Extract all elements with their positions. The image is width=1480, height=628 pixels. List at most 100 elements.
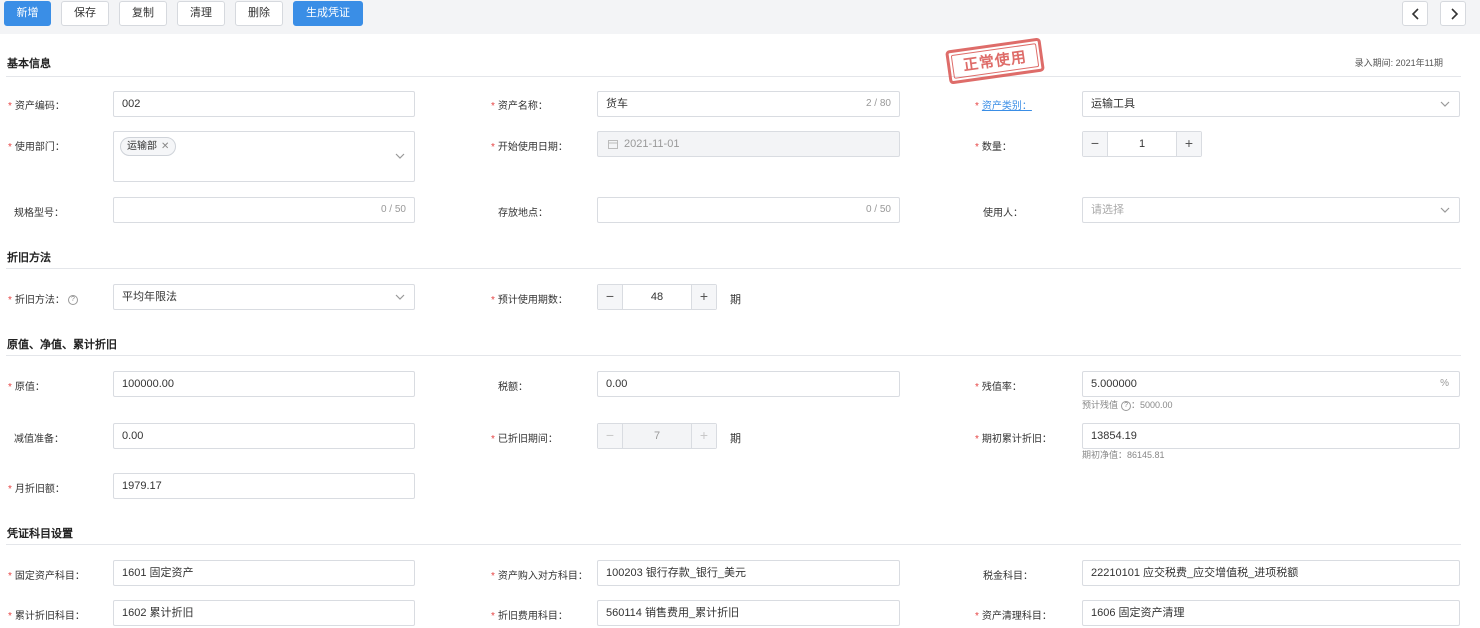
- increment-button: +: [691, 424, 716, 448]
- asset-name-label: * 资产名称：: [491, 101, 548, 112]
- opening-accum-label: * 期初累计折旧：: [975, 434, 1052, 445]
- form-panel: [0, 34, 1480, 628]
- user-placeholder: 请选择: [1091, 204, 1124, 216]
- disposal-account-label: * 资产清理科目：: [975, 611, 1052, 622]
- increment-button[interactable]: +: [1176, 132, 1201, 156]
- user-label: 使用人：: [983, 208, 1023, 219]
- asset-category-select[interactable]: 运输工具: [1082, 91, 1460, 117]
- tax-amount-label: 税额：: [498, 382, 528, 393]
- location-input[interactable]: 0 / 50: [597, 197, 900, 223]
- quantity-label: * 数量：: [975, 142, 1012, 153]
- clear-button[interactable]: 清理: [177, 1, 225, 26]
- original-value-input[interactable]: 100000.00: [113, 371, 415, 397]
- period-unit: 期: [730, 433, 741, 445]
- entry-period: 录入期间: 2021年11期: [1354, 58, 1443, 68]
- copy-button[interactable]: 复制: [119, 1, 167, 26]
- char-counter: 2 / 80: [865, 98, 891, 109]
- opening-accum-value: 13854.19: [1091, 430, 1137, 442]
- help-icon[interactable]: ?: [1121, 400, 1132, 411]
- quantity-value[interactable]: 1: [1108, 132, 1176, 156]
- depreciation-expense-account-value: 560114 销售费用_累计折旧: [606, 607, 740, 619]
- tax-amount-input[interactable]: 0.00: [597, 371, 900, 397]
- spec-label: 规格型号：: [14, 208, 64, 219]
- help-icon[interactable]: ?: [67, 295, 78, 306]
- disposal-account-input[interactable]: 1606 固定资产清理: [1082, 600, 1460, 626]
- save-button[interactable]: 保存: [61, 1, 109, 26]
- department-multiselect[interactable]: 运输部 ✕: [113, 131, 415, 182]
- impairment-label: 减值准备：: [14, 434, 64, 445]
- remove-tag-icon[interactable]: ✕: [161, 141, 169, 152]
- department-tag: 运输部 ✕: [120, 137, 177, 156]
- asset-category-label[interactable]: * 资产类别：: [975, 97, 1032, 112]
- spec-input[interactable]: 0 / 50: [113, 197, 415, 223]
- depreciated-periods-value: 7: [653, 430, 661, 442]
- location-label: 存放地点：: [498, 208, 548, 219]
- chevron-right-icon: [1451, 8, 1459, 20]
- fixed-asset-account-label: * 固定资产科目：: [8, 571, 85, 582]
- depreciation-method-select[interactable]: 平均年限法: [113, 284, 415, 310]
- purchase-account-input[interactable]: 100203 银行存款_银行_美元: [597, 560, 900, 586]
- toolbar: 新增 保存 复制 清理 删除 生成凭证: [0, 0, 1480, 34]
- asset-code-input[interactable]: 002: [113, 91, 415, 117]
- divider: [6, 76, 1461, 77]
- residual-rate-input[interactable]: 5.000000%: [1082, 371, 1460, 397]
- depreciation-expense-account-input[interactable]: 560114 销售费用_累计折旧: [597, 600, 900, 626]
- char-counter: 0 / 50: [380, 204, 406, 215]
- increment-button[interactable]: +: [691, 285, 716, 309]
- depreciated-periods-stepper: − 7 +: [597, 423, 717, 449]
- asset-category-value: 运输工具: [1091, 98, 1135, 110]
- monthly-depreciation-value: 1979.17: [122, 480, 162, 492]
- decrement-button[interactable]: −: [1083, 132, 1108, 156]
- residual-rate-label: * 残值率：: [975, 382, 1022, 393]
- delete-button[interactable]: 删除: [235, 1, 283, 26]
- purchase-account-value: 100203 银行存款_银行_美元: [606, 567, 746, 579]
- prev-record-button[interactable]: [1402, 1, 1428, 26]
- disposal-account-value: 1606 固定资产清理: [1091, 607, 1185, 619]
- asset-name-input[interactable]: 货车 2 / 80: [597, 91, 900, 117]
- residual-value-hint: 预计残值? ：5000.00: [1082, 400, 1173, 411]
- expected-periods-label: * 预计使用期数：: [491, 295, 568, 306]
- user-select[interactable]: 请选择: [1082, 197, 1460, 223]
- chevron-down-icon: [1440, 101, 1450, 107]
- asset-name-value: 货车: [606, 98, 628, 110]
- section-title-depreciation-method: 折旧方法: [7, 252, 51, 264]
- tax-account-label: 税金科目：: [983, 571, 1033, 582]
- chevron-down-icon: [1440, 207, 1450, 213]
- quantity-stepper[interactable]: − 1 +: [1082, 131, 1202, 157]
- depreciation-method-value: 平均年限法: [122, 291, 177, 303]
- chevron-down-icon: [395, 294, 405, 300]
- section-title-basic: 基本信息: [7, 58, 51, 70]
- percent-suffix: %: [1440, 378, 1449, 389]
- section-title-values: 原值、净值、累计折旧: [7, 339, 117, 351]
- accum-depreciation-account-input[interactable]: 1602 累计折旧: [113, 600, 415, 626]
- expected-periods-stepper[interactable]: − 48 +: [597, 284, 717, 310]
- depreciation-expense-account-label: * 折旧费用科目：: [491, 611, 568, 622]
- start-date-picker: 2021-11-01: [597, 131, 900, 157]
- divider: [6, 355, 1461, 356]
- impairment-input[interactable]: 0.00: [113, 423, 415, 449]
- calendar-icon: [608, 140, 618, 150]
- original-value: 100000.00: [122, 378, 174, 390]
- new-button[interactable]: 新增: [4, 1, 51, 26]
- monthly-depreciation-input[interactable]: 1979.17: [113, 473, 415, 499]
- decrement-button[interactable]: −: [598, 285, 623, 309]
- section-title-voucher: 凭证科目设置: [7, 528, 73, 540]
- asset-code-value: 002: [122, 98, 141, 110]
- opening-accum-input[interactable]: 13854.19: [1082, 423, 1460, 449]
- next-record-button[interactable]: [1440, 1, 1466, 26]
- monthly-depreciation-label: * 月折旧额：: [8, 484, 65, 495]
- tax-account-input[interactable]: 22210101 应交税费_应交增值税_进项税额: [1082, 560, 1460, 586]
- decrement-button: −: [598, 424, 623, 448]
- accum-depreciation-account-label: * 累计折旧科目：: [8, 611, 85, 622]
- asset-code-label: * 资产编码：: [8, 101, 65, 112]
- fixed-asset-account-input[interactable]: 1601 固定资产: [113, 560, 415, 586]
- expected-periods-value[interactable]: 48: [623, 285, 691, 309]
- start-date-value: 2021-11-01: [624, 138, 680, 150]
- department-label: * 使用部门：: [8, 142, 65, 153]
- opening-net-value-hint: 期初净值：86145.81: [1082, 450, 1165, 460]
- generate-voucher-button[interactable]: 生成凭证: [293, 1, 363, 26]
- period-unit: 期: [730, 294, 741, 306]
- impairment-value: 0.00: [122, 430, 144, 442]
- depreciated-periods-label: * 已折旧期间：: [491, 434, 558, 445]
- department-tag-label: 运输部: [127, 141, 157, 152]
